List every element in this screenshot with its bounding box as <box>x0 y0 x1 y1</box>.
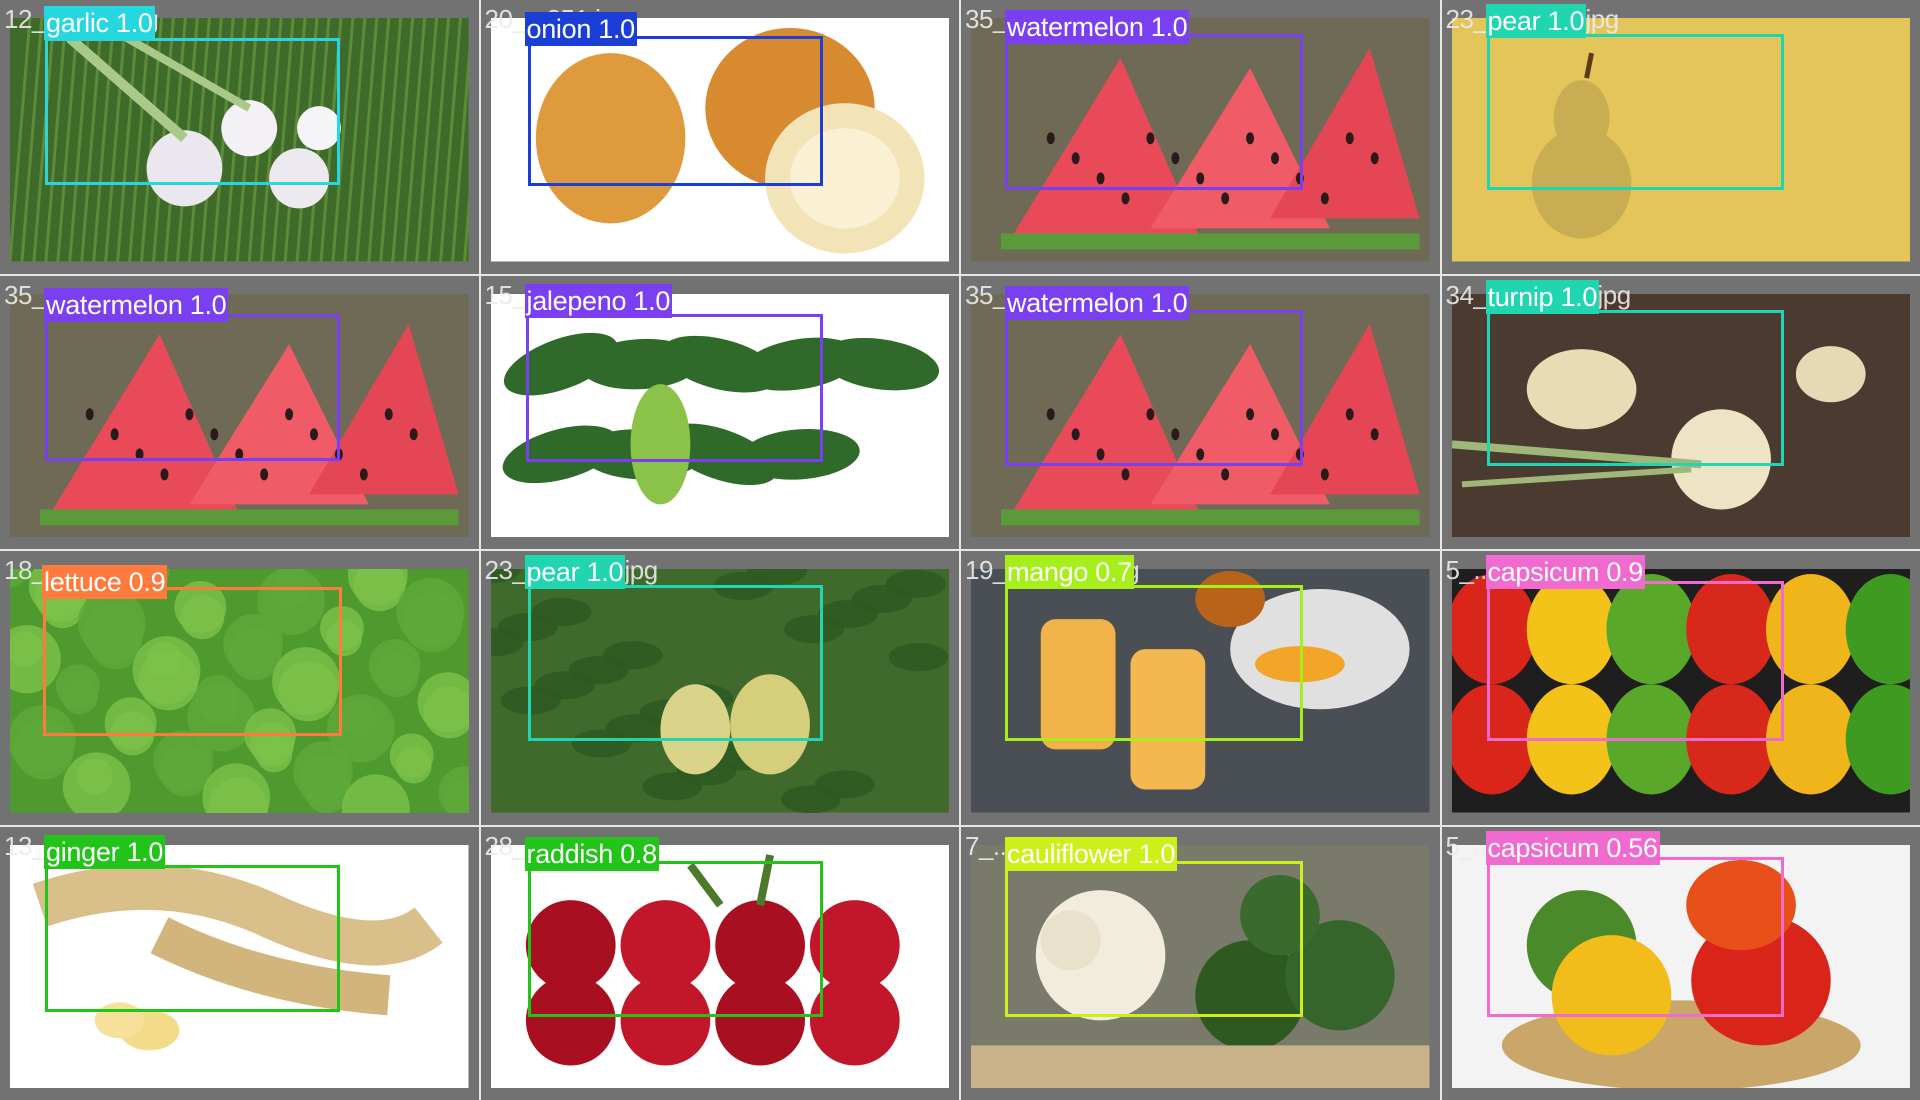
bounding-box <box>45 864 340 1012</box>
detection-grid: 12_garlic...jpggarlic 1.020_...351.jpgon… <box>0 0 1920 1100</box>
class-confidence-label: mango 0.7 <box>1005 555 1134 589</box>
detection-tile: 7_... cauliflower 1.0 <box>961 826 1440 1100</box>
class-confidence-label: capsicum 0.9 <box>1485 555 1645 589</box>
detection-tile: 5_... capsicum 0.56 <box>1441 826 1920 1100</box>
bounding-box <box>1005 309 1303 466</box>
detection-tile: 13_... ginger 1.0 <box>0 826 479 1100</box>
detection-tile: 34_turnip 1.0.jpgturnip 1.0 <box>1441 275 1920 549</box>
class-confidence-label: turnip 1.0 <box>1485 279 1600 314</box>
class-confidence-label: pear 1.0 <box>1485 4 1587 38</box>
class-confidence-label: raddish 0.8 <box>524 836 659 871</box>
bounding-box <box>45 38 340 185</box>
class-confidence-label: capsicum 0.56 <box>1485 830 1660 865</box>
class-confidence-label: onion 1.0 <box>524 12 637 46</box>
class-confidence-label: watermelon 1.0 <box>44 287 229 322</box>
bounding-box <box>1005 34 1303 190</box>
class-confidence-label: garlic 1.0 <box>44 6 155 40</box>
class-confidence-label: lettuce 0.9 <box>42 565 168 599</box>
detection-tile: 28_... raddish 0.8 <box>480 826 959 1100</box>
class-confidence-label: watermelon 1.0 <box>1005 285 1190 320</box>
bounding-box <box>525 313 823 462</box>
detection-tile: 23_pear 1.0.jpgpear 1.0 <box>1441 0 1920 274</box>
bounding-box <box>43 587 342 736</box>
bounding-box <box>1005 585 1303 741</box>
class-confidence-label: ginger 1.0 <box>44 834 166 869</box>
detection-tile: 23_pear 1.0.jpgpear 1.0 <box>480 551 959 825</box>
detection-tile: 20_...351.jpgonion 1.0 <box>480 0 959 274</box>
bounding-box <box>527 585 823 741</box>
detection-tile: 15_... jalepeno 1.0 <box>480 275 959 549</box>
class-confidence-label: cauliflower 1.0 <box>1005 836 1178 871</box>
detection-tile: 35_... watermelon 1.0 <box>0 275 479 549</box>
detection-tile: 18_... lettuce 0.9 <box>0 551 479 825</box>
detection-tile: 5_... capsicum 0.9 <box>1441 551 1920 825</box>
detection-tile: 19_mango 0.7gmango 0.7 <box>961 551 1440 825</box>
bounding-box <box>527 860 823 1017</box>
bounding-box <box>1005 860 1303 1017</box>
bounding-box <box>45 313 340 461</box>
class-confidence-label: pear 1.0 <box>524 555 626 589</box>
class-confidence-label: jalepeno 1.0 <box>524 283 673 318</box>
bounding-box <box>1486 856 1784 1017</box>
bounding-box <box>1486 309 1784 466</box>
detection-tile: 12_garlic...jpggarlic 1.0 <box>0 0 479 274</box>
bounding-box <box>527 36 823 186</box>
bounding-box <box>1486 34 1784 190</box>
class-confidence-label: watermelon 1.0 <box>1005 10 1190 44</box>
bounding-box <box>1486 581 1784 741</box>
detection-tile: 35_... watermelon 1.0 <box>961 275 1440 549</box>
detection-tile: 35_... watermelon 1.0 <box>961 0 1440 274</box>
